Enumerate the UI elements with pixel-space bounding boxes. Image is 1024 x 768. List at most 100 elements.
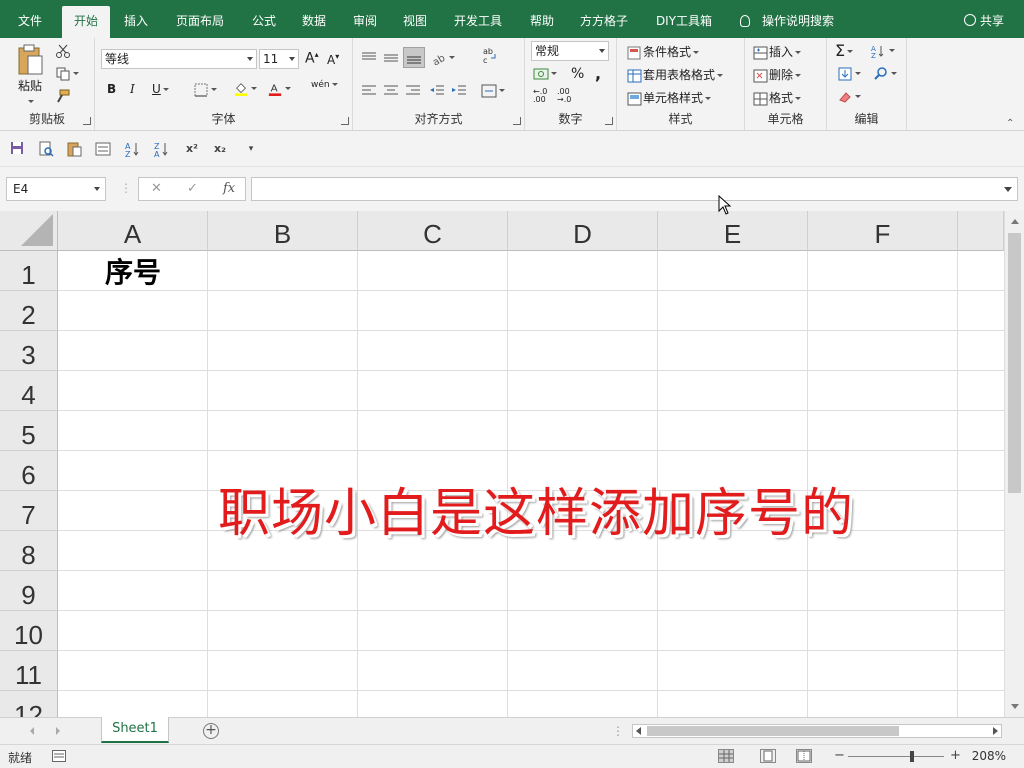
row-header-3[interactable]: 3 — [0, 331, 58, 371]
tab-diy-toolbox[interactable]: DIY工具箱 — [648, 6, 720, 36]
format-painter-button[interactable] — [55, 88, 71, 103]
font-name-combo[interactable]: 等线 — [101, 49, 257, 69]
align-bottom-button[interactable] — [403, 47, 425, 68]
row-header-9[interactable]: 9 — [0, 571, 58, 611]
row-header-12[interactable]: 12 — [0, 691, 58, 717]
tab-developer[interactable]: 开发工具 — [446, 6, 510, 36]
dialog-launcher-icon[interactable] — [83, 117, 91, 125]
borders-button[interactable] — [193, 82, 217, 97]
zoom-level[interactable]: 208% — [972, 749, 1006, 763]
align-top-button[interactable] — [361, 50, 377, 65]
prev-sheet-icon[interactable] — [30, 727, 34, 735]
format-cells-button[interactable]: 格式 — [753, 89, 802, 106]
tell-me-search[interactable]: 操作说明搜索 — [740, 6, 834, 36]
name-box[interactable]: E4 — [6, 177, 106, 201]
sort-filter-button[interactable]: AZ — [871, 43, 895, 58]
customize-qat-button[interactable]: ▾ — [243, 141, 259, 157]
find-select-button[interactable] — [873, 66, 897, 81]
accounting-format-button[interactable] — [533, 66, 557, 81]
tab-home[interactable]: 开始 — [62, 6, 110, 38]
font-size-combo[interactable]: 11 — [259, 49, 299, 69]
column-header-f[interactable]: F — [808, 211, 958, 251]
row-header-11[interactable]: 11 — [0, 651, 58, 691]
italic-button[interactable]: I — [130, 82, 135, 96]
column-header-e[interactable]: E — [658, 211, 808, 251]
scroll-right-icon[interactable] — [993, 727, 998, 735]
align-right-button[interactable] — [405, 83, 421, 98]
delete-cells-button[interactable]: 删除 — [753, 66, 802, 83]
column-header-a[interactable]: A — [58, 211, 208, 251]
formula-input[interactable] — [251, 177, 1018, 201]
wrap-text-button[interactable]: ab c — [481, 46, 497, 64]
page-layout-view-button[interactable] — [760, 749, 776, 763]
insert-cells-button[interactable]: 插入 — [753, 43, 802, 60]
horizontal-scrollbar[interactable] — [632, 724, 1002, 738]
clear-button[interactable] — [837, 89, 861, 104]
tab-page-layout[interactable]: 页面布局 — [168, 6, 232, 36]
column-header-b[interactable]: B — [208, 211, 358, 251]
form-button[interactable] — [95, 141, 111, 157]
save-button[interactable] — [9, 141, 25, 157]
column-header-c[interactable]: C — [358, 211, 508, 251]
scroll-down-icon[interactable] — [1011, 704, 1019, 709]
merge-center-button[interactable] — [481, 83, 505, 98]
scroll-up-icon[interactable] — [1011, 219, 1019, 224]
print-preview-button[interactable] — [38, 141, 54, 157]
select-all-button[interactable] — [0, 211, 58, 251]
sort-ascending-button[interactable]: AZ — [125, 141, 141, 159]
autosum-button[interactable]: Σ — [835, 41, 854, 60]
zoom-slider-knob[interactable] — [910, 751, 914, 762]
tab-data[interactable]: 数据 — [292, 6, 336, 36]
zoom-slider[interactable] — [848, 751, 944, 762]
align-left-button[interactable] — [361, 83, 377, 98]
subscript-button[interactable]: x₂ — [212, 141, 228, 157]
tab-formulas[interactable]: 公式 — [242, 6, 286, 36]
underline-button[interactable]: U — [152, 82, 169, 96]
vertical-scroll-thumb[interactable] — [1008, 233, 1021, 493]
enter-icon[interactable]: ✓ — [187, 178, 198, 200]
dialog-launcher-icon[interactable] — [341, 117, 349, 125]
dialog-launcher-icon[interactable] — [605, 117, 613, 125]
insert-function-icon[interactable]: fx — [223, 178, 235, 200]
row-header-4[interactable]: 4 — [0, 371, 58, 411]
grow-font-button[interactable]: A▴ — [305, 50, 319, 67]
increase-decimal-button[interactable]: ←.0.00 — [533, 88, 547, 104]
increase-indent-button[interactable] — [451, 83, 467, 98]
row-header-7[interactable]: 7 — [0, 491, 58, 531]
shrink-font-button[interactable]: A▾ — [327, 52, 339, 67]
collapse-ribbon-icon[interactable]: ⌃ — [1006, 118, 1014, 129]
cell-a1[interactable]: 序号 — [58, 251, 208, 291]
dialog-launcher-icon[interactable] — [513, 117, 521, 125]
add-sheet-button[interactable]: + — [203, 723, 219, 739]
font-color-button[interactable]: A — [267, 81, 291, 96]
superscript-button[interactable]: x² — [184, 141, 200, 157]
align-center-button[interactable] — [383, 83, 399, 98]
horizontal-scroll-thumb[interactable] — [647, 726, 899, 736]
decrease-indent-button[interactable] — [429, 83, 445, 98]
align-middle-button[interactable] — [383, 50, 399, 65]
worksheet-grid[interactable]: A B C D E F 1 2 3 4 5 6 7 8 9 10 11 12 序… — [0, 211, 1004, 717]
tab-file[interactable]: 文件 — [8, 6, 52, 36]
conditional-formatting-button[interactable]: 条件格式 — [627, 43, 700, 60]
row-header-6[interactable]: 6 — [0, 451, 58, 491]
row-header-1[interactable]: 1 — [0, 251, 58, 291]
bold-button[interactable]: B — [107, 82, 116, 96]
row-header-8[interactable]: 8 — [0, 531, 58, 571]
copy-button[interactable] — [55, 66, 79, 81]
tab-review[interactable]: 审阅 — [343, 6, 387, 36]
paste-special-button[interactable] — [66, 141, 82, 157]
page-break-view-button[interactable] — [796, 749, 812, 763]
decrease-decimal-button[interactable]: .00 →.0 — [557, 88, 571, 104]
cut-button[interactable] — [55, 43, 71, 58]
tab-help[interactable]: 帮助 — [520, 6, 564, 36]
paste-button[interactable]: 粘贴 — [10, 44, 50, 104]
phonetic-button[interactable]: wén — [311, 81, 338, 90]
normal-view-button[interactable] — [718, 749, 734, 763]
macro-record-button[interactable] — [52, 750, 66, 765]
zoom-out-button[interactable]: − — [834, 748, 845, 763]
zoom-in-button[interactable]: + — [950, 748, 961, 763]
row-header-2[interactable]: 2 — [0, 291, 58, 331]
tab-split-grip-icon[interactable]: ⋮ — [612, 724, 624, 738]
sort-descending-button[interactable]: ZA — [154, 141, 170, 159]
cell-styles-button[interactable]: 单元格样式 — [627, 89, 712, 106]
